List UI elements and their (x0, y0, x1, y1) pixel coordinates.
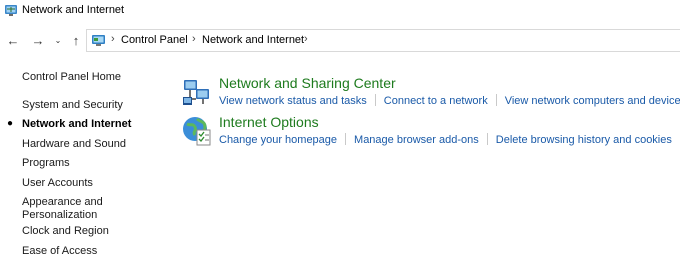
section-links: View network status and tasks Connect to … (219, 94, 680, 107)
breadcrumb-network-and-internet[interactable]: Network and Internet (202, 34, 304, 46)
link-view-network-computers[interactable]: View network computers and devices (505, 95, 680, 107)
breadcrumb-control-panel[interactable]: Control Panel (121, 34, 188, 46)
link-connect-to-network[interactable]: Connect to a network (384, 95, 488, 107)
sidebar: Control Panel Home System and Security ●… (0, 64, 170, 267)
section-title-internet-options[interactable]: Internet Options (219, 114, 319, 130)
network-sharing-icon (183, 80, 209, 105)
title-bar: Network and Internet (0, 0, 680, 22)
breadcrumb-separator: › (192, 33, 196, 45)
section-title-network-sharing[interactable]: Network and Sharing Center (219, 75, 396, 91)
sidebar-item-network-and-internet[interactable]: Network and Internet (22, 117, 131, 131)
section-network-sharing: Network and Sharing Center View network … (180, 75, 680, 109)
link-delete-browsing-history[interactable]: Delete browsing history and cookies (496, 134, 672, 146)
up-arrow-icon: ↑ (72, 33, 80, 48)
link-manage-add-ons[interactable]: Manage browser add-ons (354, 134, 479, 146)
section-internet-options: Internet Options Change your homepage Man… (180, 114, 672, 148)
sidebar-item-programs[interactable]: Programs (22, 156, 70, 170)
section-links: Change your homepage Manage browser add-o… (219, 133, 672, 146)
chevron-down-icon: ⌄ (54, 36, 62, 45)
sidebar-item-clock-and-region[interactable]: Clock and Region (22, 224, 109, 238)
link-divider (486, 133, 488, 145)
up-button[interactable]: ↑ (68, 32, 84, 50)
sidebar-item-system-and-security[interactable]: System and Security (22, 98, 123, 112)
sidebar-item-control-panel-home[interactable]: Control Panel Home (22, 70, 121, 84)
link-change-homepage[interactable]: Change your homepage (219, 134, 337, 146)
sidebar-item-ease-of-access[interactable]: Ease of Access (22, 244, 97, 258)
selected-bullet-icon: ● (7, 118, 14, 129)
address-row: ← → ⌄ ↑ › Control Panel › Network and In… (0, 28, 680, 54)
internet-options-icon (183, 117, 211, 146)
breadcrumb-separator: › (111, 33, 115, 45)
breadcrumb-separator: › (304, 33, 308, 45)
back-arrow-icon: ← (6, 33, 20, 48)
forward-arrow-icon: → (31, 33, 45, 48)
sidebar-item-appearance[interactable]: Appearance and (22, 195, 103, 209)
back-button[interactable]: ← (5, 32, 21, 50)
window-title: Network and Internet (22, 4, 125, 16)
address-bar[interactable]: › Control Panel › Network and Internet › (86, 29, 680, 52)
link-divider (495, 94, 497, 106)
link-divider (345, 133, 347, 145)
forward-button[interactable]: → (30, 32, 46, 50)
sidebar-item-hardware-and-sound[interactable]: Hardware and Sound (22, 137, 126, 151)
sidebar-item-user-accounts[interactable]: User Accounts (22, 176, 93, 190)
recent-locations-button[interactable]: ⌄ (52, 32, 64, 50)
control-panel-icon (92, 35, 105, 46)
link-view-network-status[interactable]: View network status and tasks (219, 95, 367, 107)
sidebar-item-personalization[interactable]: Personalization (22, 208, 97, 222)
link-divider (374, 94, 376, 106)
network-folder-icon (5, 5, 17, 16)
